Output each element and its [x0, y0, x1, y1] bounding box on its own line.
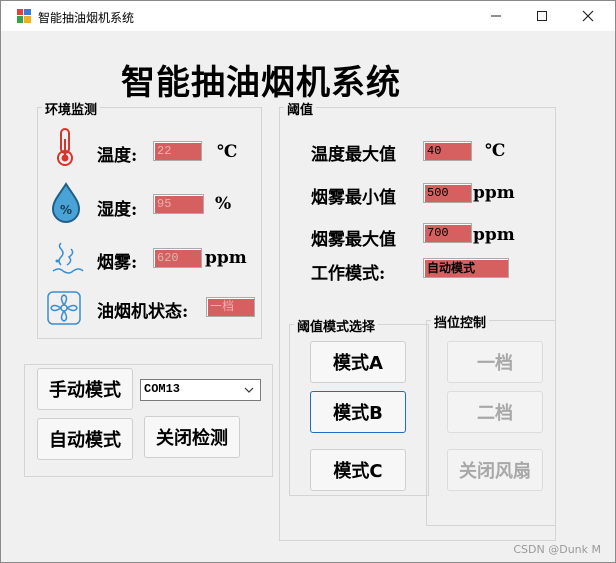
title-bar: 智能抽油烟机系统	[1, 1, 615, 31]
humidity-value: 95	[153, 194, 204, 214]
fan-icon	[47, 291, 81, 325]
smoke-icon	[52, 242, 84, 274]
svg-text:%: %	[60, 203, 72, 217]
temp-value: 22	[153, 141, 202, 161]
smoke-min-unit: ppm	[473, 183, 515, 203]
temp-max-label: 温度最大值	[311, 145, 396, 165]
serial-port-select[interactable]: COM13	[140, 379, 261, 401]
page-title: 智能抽油烟机系统	[121, 63, 401, 103]
mode-a-button[interactable]: 模式A	[310, 341, 406, 383]
smoke-unit: ppm	[205, 248, 247, 268]
gear-2-button[interactable]: 二档	[447, 391, 543, 433]
humidity-unit: %	[215, 194, 232, 214]
smoke-max-value[interactable]: 700	[423, 223, 472, 243]
humidity-label: 湿度:	[97, 200, 138, 220]
temp-label: 温度:	[97, 146, 138, 166]
chevron-down-icon	[244, 387, 254, 393]
mode-c-button[interactable]: 模式C	[310, 449, 406, 491]
thermometer-icon	[57, 128, 73, 166]
smoke-max-label: 烟雾最大值	[311, 230, 396, 250]
smoke-label: 烟雾:	[97, 253, 138, 273]
work-mode-value: 自动模式	[423, 258, 509, 278]
smoke-value: 620	[153, 248, 202, 268]
humidity-drop-icon: %	[51, 182, 81, 223]
app-icon	[17, 9, 31, 23]
fan-state-value: 一档	[206, 297, 255, 317]
close-icon	[582, 10, 594, 22]
gear-1-button[interactable]: 一档	[447, 341, 543, 383]
mode-b-button[interactable]: 模式B	[310, 391, 406, 433]
temp-max-unit: ℃	[485, 141, 506, 161]
env-group-label: 环境监测	[42, 99, 101, 118]
close-window-button[interactable]	[565, 1, 611, 31]
serial-port-value: COM13	[144, 382, 181, 396]
smoke-min-label: 烟雾最小值	[311, 188, 396, 208]
maximize-button[interactable]	[519, 1, 565, 31]
smoke-max-unit: ppm	[473, 225, 515, 245]
mode-select-group-label: 阈值模式选择	[294, 316, 379, 335]
minimize-button[interactable]	[473, 1, 519, 31]
work-mode-label: 工作模式:	[311, 264, 386, 284]
watermark: CSDN @Dunk M	[513, 543, 601, 556]
gear-control-group-label: 挡位控制	[431, 312, 490, 331]
auto-mode-button[interactable]: 自动模式	[37, 418, 133, 460]
fan-off-button[interactable]: 关闭风扇	[447, 449, 543, 491]
temp-unit: ℃	[217, 142, 238, 162]
manual-mode-button[interactable]: 手动模式	[37, 368, 133, 410]
temp-max-value[interactable]: 40	[423, 141, 472, 161]
maximize-icon	[537, 11, 547, 21]
window-title: 智能抽油烟机系统	[38, 11, 135, 25]
fan-state-label: 油烟机状态:	[97, 302, 189, 322]
app-window: 智能抽油烟机系统 智能抽油烟机系统 环境监测 温度: 22 ℃ % 湿度: 95…	[0, 0, 616, 563]
close-detect-button[interactable]: 关闭检测	[144, 416, 240, 458]
smoke-min-value[interactable]: 500	[423, 183, 472, 203]
minimize-icon	[491, 15, 501, 17]
threshold-group-label: 阈值	[284, 99, 317, 118]
